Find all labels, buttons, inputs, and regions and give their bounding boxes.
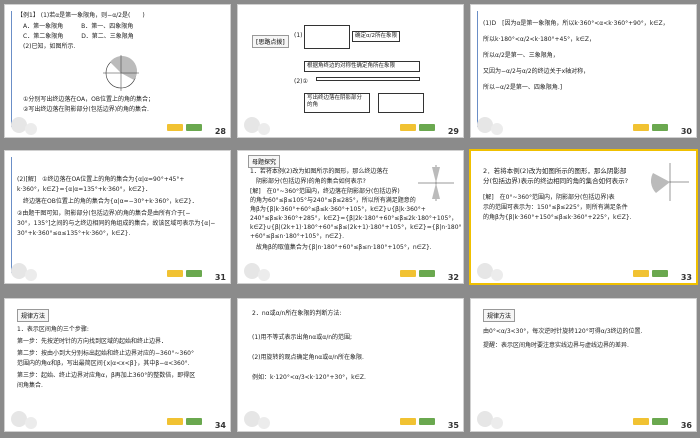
nav-buttons (400, 418, 435, 425)
slide-35-line: 例如：k·120°<α/3<k·120°+30°，k∈Z. (252, 374, 366, 381)
slide-number: 28 (214, 127, 226, 136)
slide-30-line: 又因为−α/2与α/2的终边关于x轴对称， (483, 68, 590, 75)
slide-28-line: C．第二象限角 D．第二、三象限角 (23, 33, 134, 40)
slide-32-line: +60°≤β≤n·180°+105°，n∈Z}. (250, 233, 345, 240)
slide-number: 34 (214, 421, 226, 430)
slide-29-label: (2)① (294, 78, 308, 85)
slide-34-line: 第一步：先按逆时针的方向找到区域的起始和终止边界． (17, 338, 168, 345)
angle-diagram (651, 163, 689, 201)
flower-decoration-icon (11, 117, 37, 135)
slide-thumbnail-35[interactable]: 2．nα或α/n所在象限的判断方法: (1)用不等式表示出角nα或α/n的范围;… (237, 298, 464, 432)
slide-29-box: 写出终边落在阴影部分的角 (304, 93, 370, 113)
slide-thumbnail-29[interactable]: [思路点拨] (1) 确定α/2所在象限 根据角终边的对称性确定角所在象限 (2… (237, 4, 464, 138)
slide-36-line: 提醒：表示区间角时要注意实线边界与虚线边界的差异. (483, 342, 629, 349)
slide-32-line: 1．若将本例(2)改为如图所示的图形，那么终边落在 (250, 168, 389, 175)
slide-thumbnail-31[interactable]: (2)[解] ①终边落在OA位置上的角的集合为{α|α=90°+45°+ k·3… (4, 150, 231, 284)
nav-buttons (400, 270, 435, 277)
nav-buttons (167, 124, 202, 131)
slide-31-line: ②由题干图可知，阴影部分(包括边界)的角的集合是由所有介于[− (17, 210, 191, 217)
slide-number: 30 (680, 127, 692, 136)
slide-32-line: 240°≤β≤k·360°+285°，k∈Z}={β|2k·180°+60°≤β… (250, 215, 458, 222)
slide-number: 33 (680, 273, 692, 282)
slide-thumbnail-34[interactable]: 规律方法 1．表示区间角的三个步骤: 第一步：先按逆时针的方向找到区域的起始和终… (4, 298, 231, 432)
flower-decoration-icon (11, 263, 37, 281)
slide-31-line: k·360°，k∈Z}={α|α=135°+k·360°，k∈Z}． (17, 186, 152, 193)
flower-decoration-icon (477, 263, 503, 281)
slide-34-line: 间角集合. (17, 382, 43, 389)
slide-34-line: 第二步：按由小到大分别标出起始和终止边界对应的−360°~360° (17, 350, 194, 357)
slide-thumbnail-30[interactable]: (1)D [因为α是第一象限角，所以k·360°<α<k·360°+90°，k∈… (470, 4, 697, 138)
nav-buttons (400, 124, 435, 131)
slide-sorter-grid: 【例1】 (1)若α是第一象限角，则−α/2是( ) A．第一象限角 B．第一、… (0, 0, 700, 438)
slide-32-line: k∈Z}∪{β|(2k+1)·180°+60°≤β≤(2k+1)·180°+10… (250, 224, 462, 231)
slide-28-line: (2)已知，如图所示. (23, 43, 76, 50)
slide-number: 29 (447, 127, 459, 136)
slide-28-line: A．第一象限角 B．第一、四象限角 (23, 23, 134, 30)
slide-number: 32 (447, 273, 459, 282)
slide-30-line: 所以−α/2是第一、四象限角.] (483, 84, 563, 91)
slide-36-title: 规律方法 (483, 309, 516, 322)
slide-31-line: 终边落在OB位置上的角的集合为{α|α=−30°+k·360°，k∈Z}． (17, 198, 198, 205)
slide-32-line: 阴影部分(包括边界)的角的集合如何表示? (256, 178, 366, 185)
slide-34-line: 第三步：起始、终止边界对应角α，β再加上360°的整数倍，即得区 (17, 372, 196, 379)
slide-33-line: 2．若将本例(2)改为如图所示的图形，那么阴影部 (483, 167, 627, 175)
flower-decoration-icon (244, 263, 270, 281)
slide-31-line: 30°，135°]之间的与之终边相同的角组成的集合，故该区域可表示为{α|− (17, 220, 216, 227)
nav-buttons (167, 270, 202, 277)
slide-number: 36 (680, 421, 692, 430)
slide-32-line: [解] 在0°~360°范围内，终边落在阴影部分(包括边界) (250, 188, 400, 195)
slide-33-line: 示的范围可表示为：150°≤β≤225°，则所有满足条件 (483, 204, 628, 211)
slide-29-box: 确定α/2所在象限 (352, 31, 400, 42)
slide-36-line: 由0°<α/3<30°，每次逆时针旋转120°可得α/3终边的位置. (483, 328, 643, 335)
flower-decoration-icon (477, 117, 503, 135)
flower-decoration-icon (11, 411, 37, 429)
slide-29-box (304, 25, 350, 49)
slide-30-line: (1)D [因为α是第一象限角，所以k·360°<α<k·360°+90°，k∈… (483, 20, 669, 27)
slide-34-line: 范围内的角α和β，写出最简区间{x|α<x<β}，其中β−α<360°. (17, 360, 190, 367)
slide-34-title: 规律方法 (17, 309, 50, 322)
slide-number: 35 (447, 421, 459, 430)
slide-33-line: 分(包括边界)表示的终边相同的角的集合如何表示? (483, 177, 629, 185)
slide-thumbnail-33[interactable]: 2．若将本例(2)改为如图所示的图形，那么阴影部 分(包括边界)表示的终边相同的… (469, 149, 698, 285)
slide-31-line: 30°+k·360°≤α≤135°+k·360°，k∈Z}. (17, 230, 131, 237)
slide-30-line: 所以k·180°<α/2<k·180°+45°，k∈Z， (483, 36, 595, 43)
slide-30-line: 所以α/2是第一、三象限角， (483, 52, 559, 59)
angle-diagram (418, 165, 454, 201)
flower-decoration-icon (244, 411, 270, 429)
flower-decoration-icon (477, 411, 503, 429)
slide-34-line: 1．表示区间角的三个步骤: (17, 326, 89, 333)
slide-31-line: (2)[解] ①终边落在OA位置上的角的集合为{α|α=90°+45°+ (17, 176, 185, 183)
slide-32-line: 故角β的取值集合为{β|n·180°+60°≤β≤n·180°+105°，n∈Z… (256, 244, 432, 251)
slide-28-line: 【例1】 (1)若α是第一象限角，则−α/2是( ) (17, 12, 145, 19)
slide-35-line: (2)用旋转的观点确定角nα或α/n所在象限. (252, 354, 364, 361)
slide-thumbnail-36[interactable]: 规律方法 由0°<α/3<30°，每次逆时针旋转120°可得α/3终边的位置. … (470, 298, 697, 432)
nav-buttons (633, 124, 668, 131)
slide-29-box (316, 77, 420, 81)
flower-decoration-icon (244, 117, 270, 135)
slide-thumbnail-32[interactable]: 母题探究 1．若将本例(2)改为如图所示的图形，那么终边落在 阴影部分(包括边界… (237, 150, 464, 284)
angle-diagram (103, 55, 139, 91)
slide-thumbnail-28[interactable]: 【例1】 (1)若α是第一象限角，则−α/2是( ) A．第一象限角 B．第一、… (4, 4, 231, 138)
slide-33-line: 的角β为{β|k·360°+150°≤β≤k·360°+225°，k∈Z}. (483, 214, 632, 221)
slide-number: 31 (214, 273, 226, 282)
nav-buttons (633, 270, 668, 277)
slide-33-line: [解] 在0°~360°范围内，阴影部分(包括边界)表 (483, 194, 615, 201)
slide-29-box: 根据角终边的对称性确定角所在象限 (304, 61, 420, 72)
slide-29-label: [思路点拨] (252, 35, 289, 48)
slide-32-line: 的角为60°≤β≤105°与240°≤β≤285°，所以所有满足题意的 (250, 197, 416, 204)
nav-buttons (167, 418, 202, 425)
slide-35-line: 2．nα或α/n所在象限的判断方法: (252, 310, 342, 317)
slide-35-line: (1)用不等式表示出角nα或α/n的范围; (252, 334, 353, 341)
nav-buttons (633, 418, 668, 425)
slide-29-label: (1) (294, 32, 303, 39)
slide-32-line: 角β为{β|k·360°+60°≤β≤k·360°+105°，k∈Z}∪{β|k… (250, 206, 426, 213)
slide-29-box (378, 93, 424, 113)
